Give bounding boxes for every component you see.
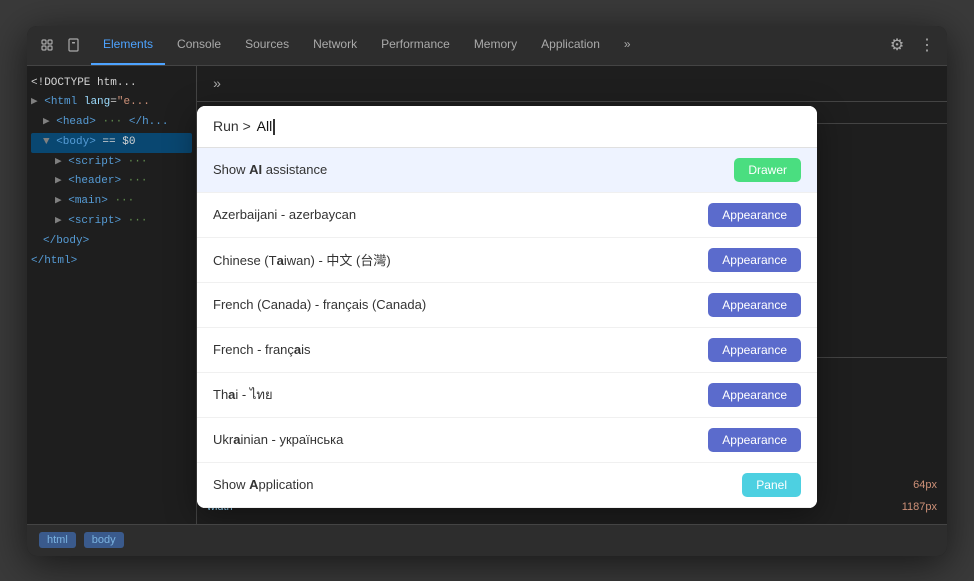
tree-line[interactable]: ▶ <header> ··· — [31, 172, 192, 192]
settings-icon[interactable]: ⚙ — [885, 33, 909, 57]
tree-line[interactable]: ▶ <main> ··· — [31, 192, 192, 212]
command-item-label: French - français — [213, 342, 708, 357]
tree-line: <!DOCTYPE htm... — [31, 74, 192, 94]
appearance-button[interactable]: Appearance — [708, 428, 801, 452]
command-input-row: Run > All — [197, 106, 817, 148]
inspect-icon[interactable] — [63, 33, 87, 57]
right-top: » — [197, 66, 947, 102]
tab-application[interactable]: Application — [529, 26, 612, 65]
command-item-show-application[interactable]: Show Application Panel — [197, 463, 817, 508]
command-item-ukrainian[interactable]: Ukrainian - українська Appearance — [197, 418, 817, 463]
command-item-label: French (Canada) - français (Canada) — [213, 297, 708, 312]
breadcrumb-body[interactable]: body — [84, 532, 124, 548]
tree-line-body[interactable]: ▼ <body> == $0 — [31, 133, 192, 153]
elements-panel: <!DOCTYPE htm... ▶ <html lang="e... ▶ <h… — [27, 66, 197, 524]
tab-performance[interactable]: Performance — [369, 26, 462, 65]
panel-button[interactable]: Panel — [742, 473, 801, 497]
command-item-label: Azerbaijani - azerbaycan — [213, 207, 708, 222]
tab-memory[interactable]: Memory — [462, 26, 529, 65]
breadcrumb-html[interactable]: html — [39, 532, 76, 548]
command-item-label: Show AI assistance — [213, 162, 734, 177]
tree-line[interactable]: ▶ <script> ··· — [31, 212, 192, 232]
appearance-button[interactable]: Appearance — [708, 293, 801, 317]
tab-sources[interactable]: Sources — [233, 26, 301, 65]
tab-network[interactable]: Network — [301, 26, 369, 65]
toolbar: Elements Console Sources Network Perform… — [27, 26, 947, 66]
command-item-label: Chinese (Taiwan) - 中文 (台灣) — [213, 250, 708, 269]
tree-line[interactable]: ▶ <script> ··· — [31, 153, 192, 173]
command-item-label: Ukrainian - українська — [213, 432, 708, 447]
command-item-show-ai[interactable]: Show AI assistance Drawer — [197, 148, 817, 193]
appearance-button[interactable]: Appearance — [708, 248, 801, 272]
tab-bar: Elements Console Sources Network Perform… — [91, 26, 881, 65]
prop-val: 1187px — [902, 496, 937, 518]
command-item-label: Thai - ไทย — [213, 384, 708, 405]
run-label: Run > — [213, 118, 251, 134]
bottom-bar: html body — [27, 524, 947, 556]
command-item-label: Show Application — [213, 477, 742, 492]
tree-line[interactable]: ▶ <head> ··· </h... — [31, 113, 192, 133]
command-item-french-canada[interactable]: French (Canada) - français (Canada) Appe… — [197, 283, 817, 328]
command-item-chinese-taiwan[interactable]: Chinese (Taiwan) - 中文 (台灣) Appearance — [197, 238, 817, 283]
chevron-right-icon[interactable]: » — [205, 71, 229, 95]
cursor-icon[interactable] — [35, 33, 59, 57]
tab-more[interactable]: » — [612, 26, 643, 65]
command-palette: Run > All Show AI assistance Drawer Azer… — [197, 106, 817, 508]
appearance-button[interactable]: Appearance — [708, 383, 801, 407]
command-list: Show AI assistance Drawer Azerbaijani - … — [197, 148, 817, 508]
run-input[interactable]: All — [253, 118, 275, 135]
prop-val: 64px — [913, 474, 937, 496]
drawer-button[interactable]: Drawer — [734, 158, 801, 182]
appearance-button[interactable]: Appearance — [708, 203, 801, 227]
tree-line: </body> — [31, 232, 192, 252]
command-item-french[interactable]: French - français Appearance — [197, 328, 817, 373]
command-item-azerbaijani[interactable]: Azerbaijani - azerbaycan Appearance — [197, 193, 817, 238]
appearance-button[interactable]: Appearance — [708, 338, 801, 362]
toolbar-right: ⚙ ⋮ — [885, 33, 939, 57]
tab-elements[interactable]: Elements — [91, 26, 165, 65]
tree-line: </html> — [31, 252, 192, 272]
more-options-icon[interactable]: ⋮ — [915, 33, 939, 57]
tab-console[interactable]: Console — [165, 26, 233, 65]
tree-line[interactable]: ▶ <html lang="e... — [31, 93, 192, 113]
command-item-thai[interactable]: Thai - ไทย Appearance — [197, 373, 817, 418]
